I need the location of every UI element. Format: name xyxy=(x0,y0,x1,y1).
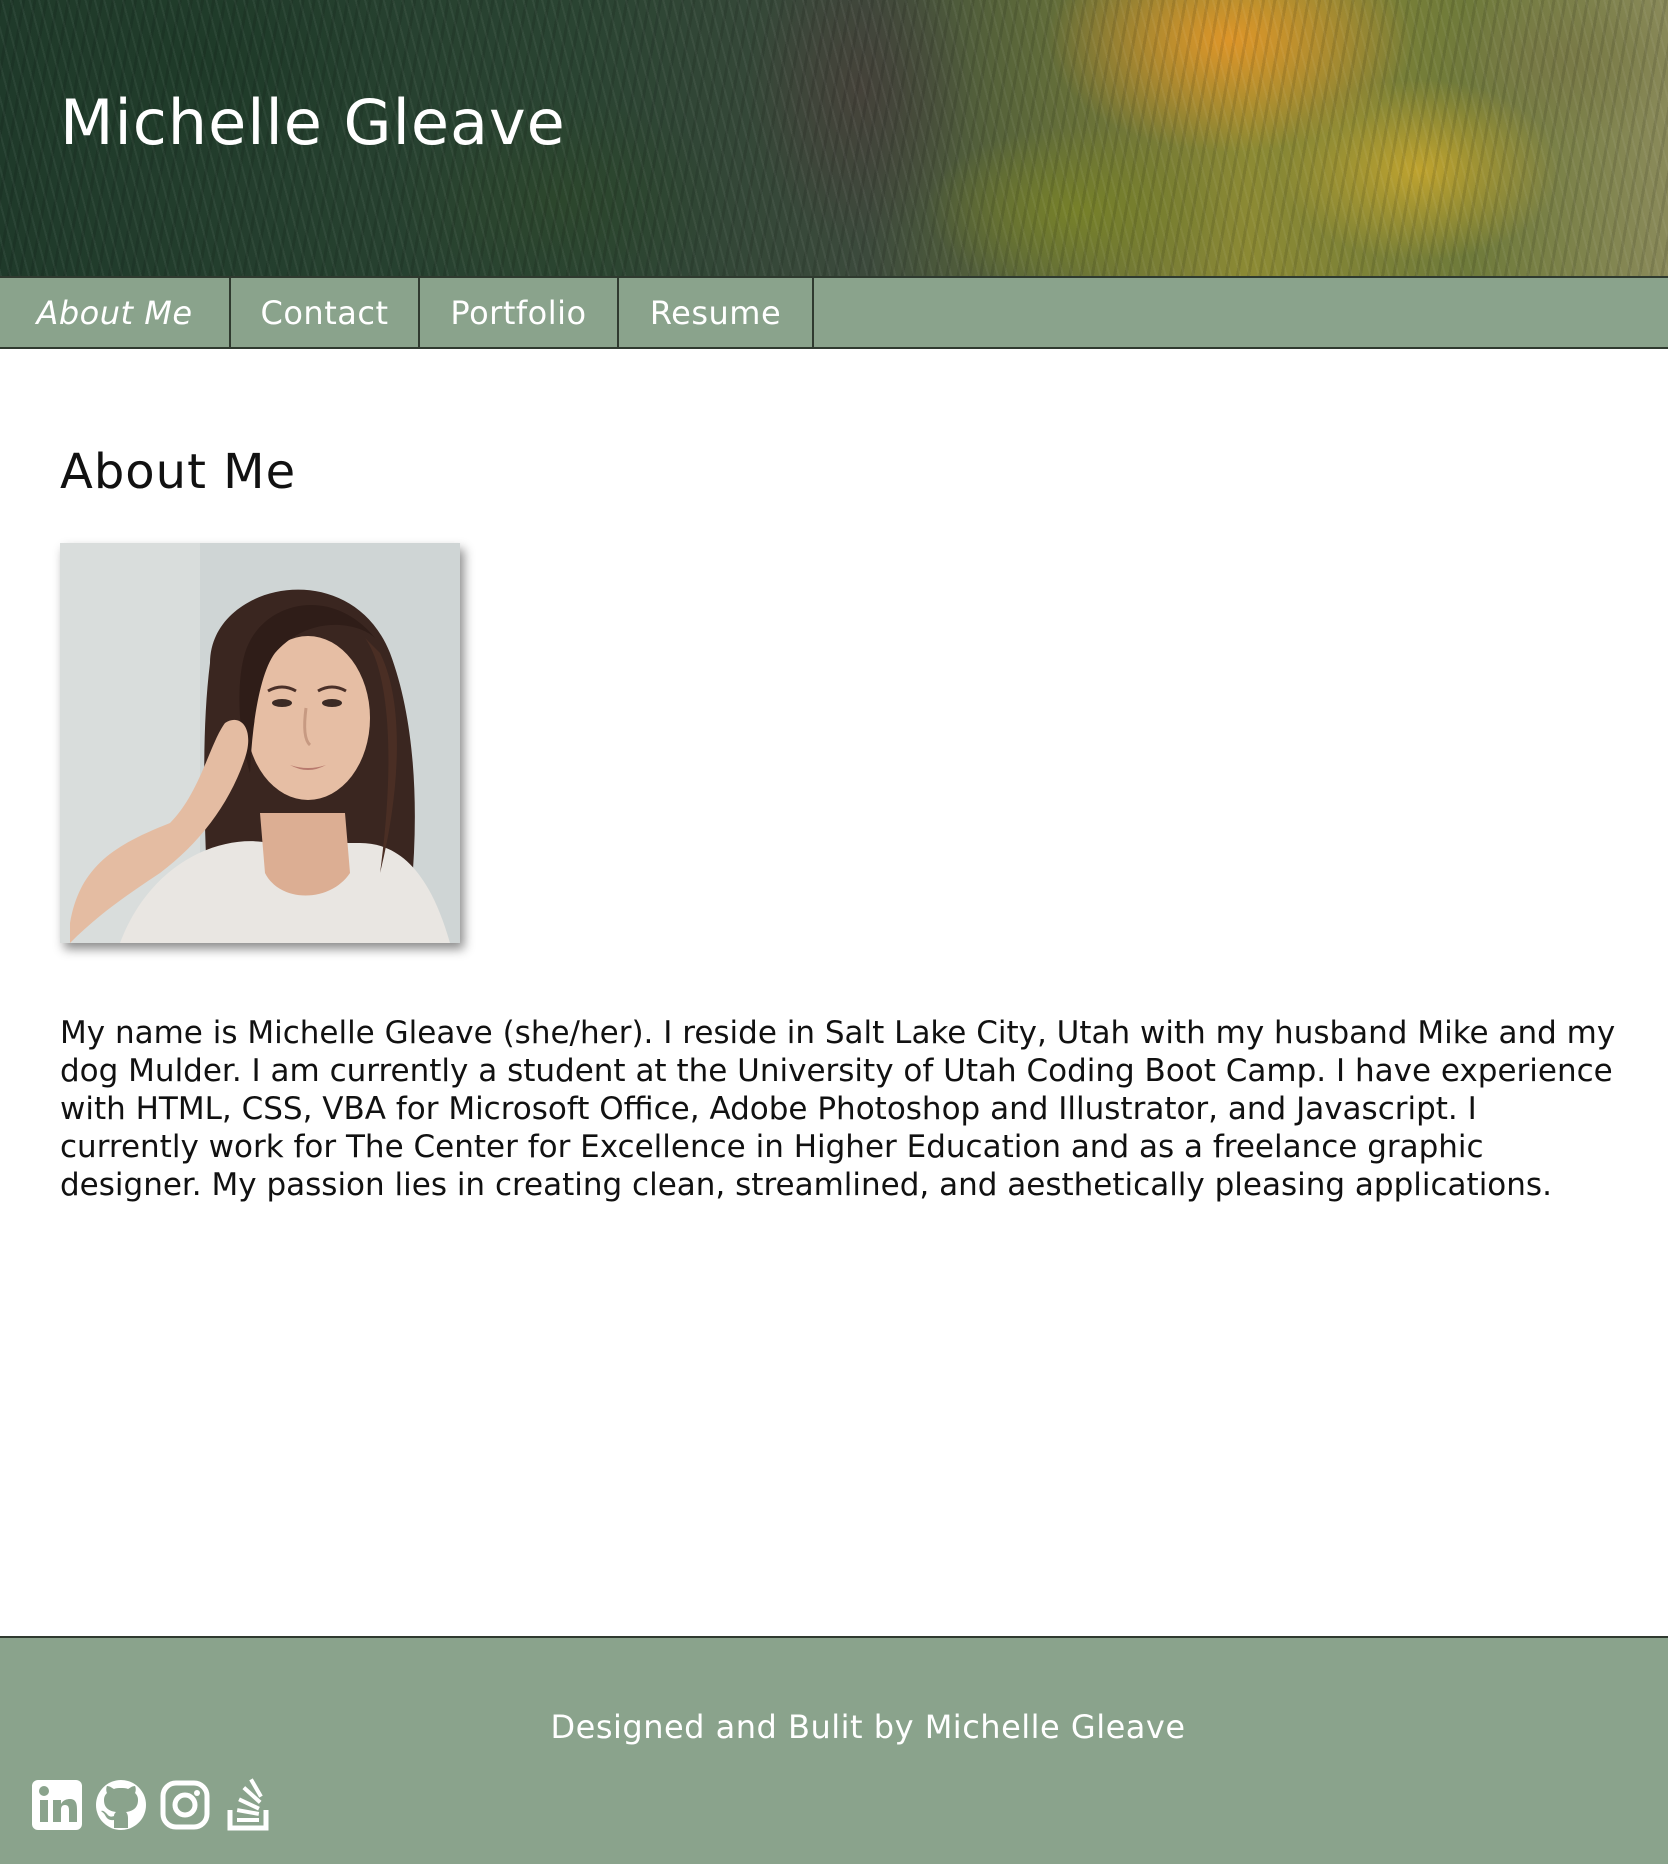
section-title: About Me xyxy=(60,444,297,500)
nav-item-resume[interactable]: Resume xyxy=(619,278,814,347)
main-nav: About Me Contact Portfolio Resume xyxy=(0,276,1668,349)
nav-item-label: Resume xyxy=(649,293,782,332)
nav-item-portfolio[interactable]: Portfolio xyxy=(420,278,619,347)
nav-item-label: Portfolio xyxy=(450,293,587,332)
linkedin-icon[interactable] xyxy=(30,1778,84,1832)
hero-banner: Michelle Gleave xyxy=(0,0,1668,276)
bio-paragraph: My name is Michelle Gleave (she/her). I … xyxy=(60,1015,1616,1203)
site-title: Michelle Gleave xyxy=(60,86,566,159)
nav-item-contact[interactable]: Contact xyxy=(231,278,420,347)
profile-photo xyxy=(60,543,460,943)
footer-credit: Designed and Bulit by Michelle Gleave xyxy=(550,1708,1186,1746)
instagram-icon[interactable] xyxy=(158,1778,212,1832)
nav-item-about-me[interactable]: About Me xyxy=(0,278,231,347)
page: Michelle Gleave About Me Contact Portfol… xyxy=(0,0,1668,1864)
github-icon[interactable] xyxy=(94,1778,148,1832)
social-links xyxy=(30,1778,276,1832)
nav-item-label: Contact xyxy=(260,293,389,332)
nav-item-label: About Me xyxy=(36,293,193,332)
stackoverflow-icon[interactable] xyxy=(222,1778,276,1832)
footer: Designed and Bulit by Michelle Gleave xyxy=(0,1636,1668,1864)
